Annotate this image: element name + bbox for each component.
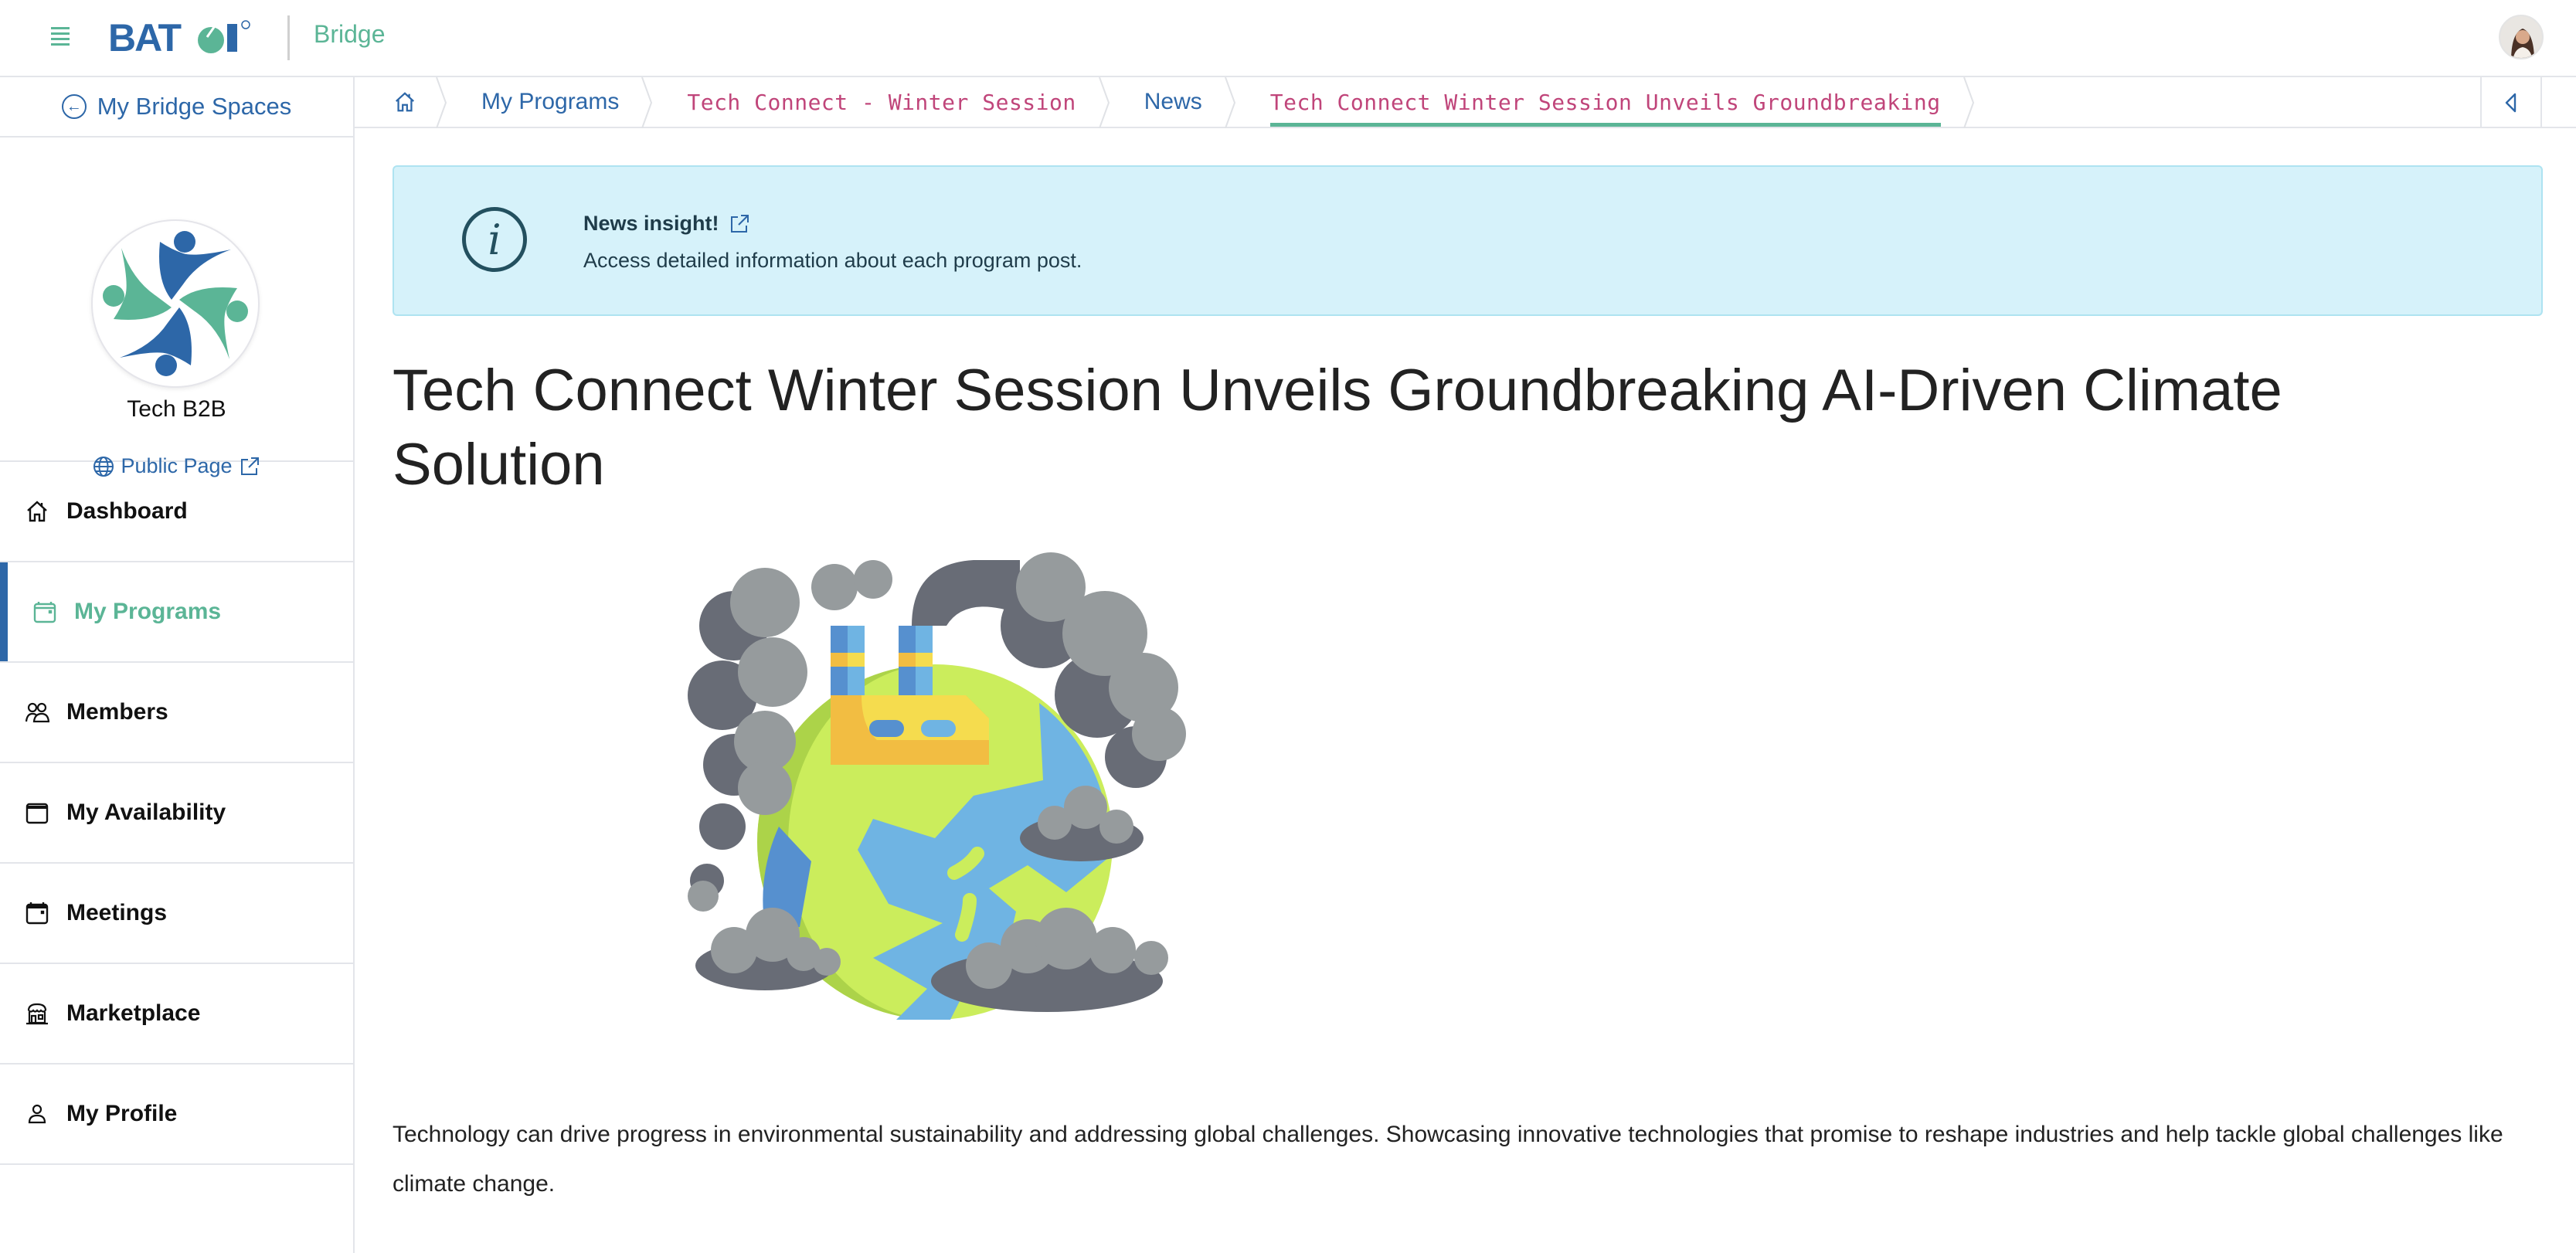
- breadcrumb-label: Tech Connect Winter Session Unveils Grou…: [1269, 89, 1941, 115]
- breadcrumb-current-article[interactable]: Tech Connect Winter Session Unveils Grou…: [1233, 77, 1974, 128]
- collapse-panel-button[interactable]: [2480, 77, 2542, 128]
- brand-divider: [287, 15, 290, 60]
- sidebar-item-members[interactable]: Members: [0, 663, 353, 763]
- breadcrumb: My Programs Tech Connect - Winter Sessio…: [355, 77, 2576, 128]
- calendar-icon: [33, 602, 56, 623]
- members-icon: [25, 702, 49, 723]
- my-bridge-spaces-link[interactable]: ← My Bridge Spaces: [0, 77, 353, 138]
- home-icon: [395, 92, 415, 112]
- calendar-blank-icon: [25, 803, 49, 824]
- sidebar-item-label: My Programs: [74, 599, 222, 624]
- app-name: Bridge: [314, 20, 386, 48]
- breadcrumb-label: News: [1144, 89, 1202, 114]
- sidebar-item-dashboard[interactable]: Dashboard: [0, 462, 353, 562]
- calendar-icon: [25, 902, 49, 925]
- caret-left-icon: [2505, 93, 2517, 113]
- sidebar-item-my-programs[interactable]: My Programs: [0, 562, 353, 663]
- sidebar-item-label: My Profile: [66, 1101, 178, 1126]
- organization-logo: [91, 219, 260, 388]
- breadcrumb-label: My Programs: [481, 89, 620, 114]
- article-title: Tech Connect Winter Session Unveils Grou…: [393, 358, 2282, 497]
- breadcrumb-program[interactable]: Tech Connect - Winter Session: [650, 77, 1110, 128]
- article-body: Technology can drive progress in environ…: [393, 1122, 2503, 1197]
- organization-name: Tech B2B: [127, 396, 226, 422]
- breadcrumb-label: Tech Connect - Winter Session: [687, 89, 1076, 115]
- sidebar-item-label: Meetings: [66, 900, 168, 925]
- breadcrumb-news[interactable]: News: [1107, 77, 1235, 128]
- arrow-left-circle-icon: ←: [61, 94, 87, 119]
- breadcrumb-home[interactable]: [355, 77, 447, 128]
- organization-block: Tech B2B Public Page: [0, 138, 353, 477]
- sidebar-item-my-profile[interactable]: My Profile: [0, 1065, 353, 1165]
- hamburger-menu-icon[interactable]: [51, 27, 70, 46]
- top-bar: BAT Bridge: [0, 0, 2576, 77]
- article-image: [680, 541, 1190, 1051]
- sidebar: ← My Bridge Spaces Tech B2B Public Page …: [0, 77, 355, 1253]
- store-icon: [26, 1003, 48, 1025]
- user-avatar[interactable]: [2499, 15, 2544, 59]
- breadcrumb-my-programs[interactable]: My Programs: [444, 77, 653, 128]
- sidebar-item-my-availability[interactable]: My Availability: [0, 763, 353, 864]
- svg-text:BAT: BAT: [108, 17, 182, 56]
- info-title-text: News insight!: [583, 212, 719, 235]
- sidebar-item-label: Dashboard: [66, 498, 188, 524]
- sidebar-item-label: Marketplace: [66, 1000, 201, 1026]
- user-icon: [28, 1104, 46, 1124]
- breadcrumb-separator: [1963, 77, 1974, 128]
- batoi-logo[interactable]: BAT: [108, 17, 263, 56]
- sidebar-item-label: Members: [66, 699, 168, 725]
- my-bridge-spaces-label: My Bridge Spaces: [97, 93, 292, 120]
- info-description: Access detailed information about each p…: [583, 249, 1082, 272]
- home-icon: [27, 501, 47, 522]
- news-insight-alert: i News insight! Access detailed informat…: [393, 165, 2543, 316]
- sidebar-item-marketplace[interactable]: Marketplace: [0, 964, 353, 1065]
- info-icon: i: [462, 207, 527, 272]
- external-link-icon[interactable]: [729, 213, 750, 235]
- sidebar-item-label: My Availability: [66, 800, 226, 825]
- sidebar-item-meetings[interactable]: Meetings: [0, 864, 353, 964]
- info-title: News insight!: [583, 212, 750, 236]
